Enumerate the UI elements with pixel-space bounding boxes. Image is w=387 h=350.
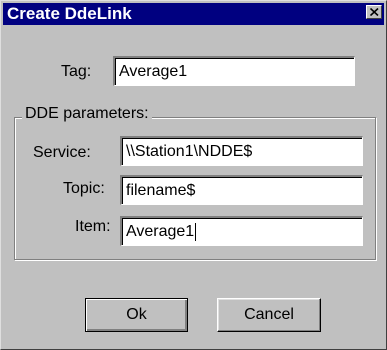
service-label: Service: (33, 144, 91, 161)
title-bar: Create DdeLink (3, 3, 384, 25)
service-input[interactable]: \\Station1\NDDE$ (120, 136, 363, 166)
dde-parameters-legend: DDE parameters: (22, 105, 152, 123)
tag-value: Average1 (119, 63, 188, 80)
tag-label: Tag: (61, 63, 92, 80)
close-icon (370, 8, 379, 16)
service-value: \\Station1\NDDE$ (126, 143, 253, 160)
close-button[interactable] (366, 5, 382, 19)
topic-value: filename$ (126, 182, 196, 199)
topic-label: Topic: (63, 180, 105, 197)
create-ddelink-dialog: Create DdeLink Tag: Average1 DDE paramet… (0, 0, 387, 350)
dialog-title: Create DdeLink (7, 4, 132, 23)
ok-button[interactable]: Ok (85, 298, 188, 332)
text-cursor (195, 222, 197, 241)
item-input[interactable]: Average1 (120, 216, 363, 246)
tag-input[interactable]: Average1 (113, 56, 355, 86)
topic-input[interactable]: filename$ (120, 175, 363, 205)
item-label: Item: (75, 218, 111, 235)
item-value: Average1 (126, 223, 195, 240)
cancel-button[interactable]: Cancel (217, 298, 321, 332)
